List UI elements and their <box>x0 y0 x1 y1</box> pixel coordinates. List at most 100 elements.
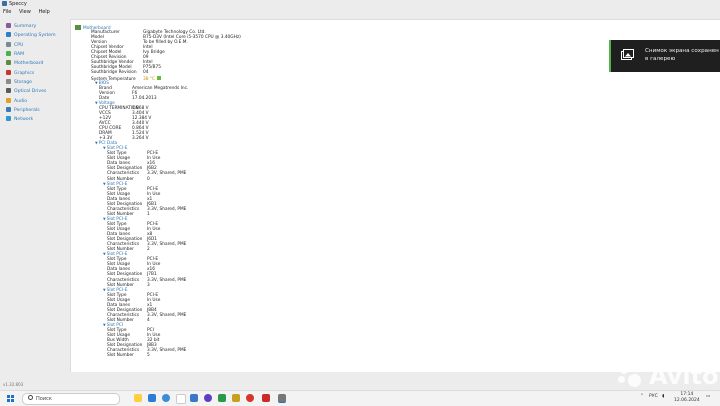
browser-icon[interactable] <box>204 394 212 402</box>
property-value: 3.264 V <box>132 136 149 142</box>
sidebar-item-label: Network <box>14 117 34 123</box>
volume-icon[interactable]: ◖ <box>662 394 664 399</box>
property-name: Slot Number <box>107 353 134 359</box>
property-value: 3.3V, Shared, PME <box>147 206 187 212</box>
sidebar-item-ram[interactable]: RAM <box>6 50 64 59</box>
taskbar: Поиск ⌃ РУС ◖ 17:14 12.06.2024 ▭ <box>0 390 720 406</box>
screenshot-toast[interactable]: Снимок экрана сохранен в галерею <box>609 40 720 72</box>
property-row: Slot Number 5 <box>107 353 150 358</box>
sidebar-item-label: Audio <box>14 98 28 104</box>
avito-watermark: Avito <box>617 362 720 392</box>
app-icon-red[interactable] <box>246 394 254 402</box>
property-value: American Megatrends Inc. <box>132 85 189 91</box>
app-icon-green[interactable] <box>218 394 226 402</box>
search-placeholder: Поиск <box>36 396 52 402</box>
collapse-arrow-icon[interactable]: ▼ <box>103 146 106 150</box>
watermark-dot-2 <box>631 366 637 372</box>
sidebar-item-icon <box>6 97 11 103</box>
sidebar-item-label: Graphics <box>14 70 35 76</box>
sidebar-item-graphics[interactable]: Graphics <box>6 69 64 78</box>
sidebar-item-label: Optical Drives <box>14 89 47 95</box>
sidebar-item-network[interactable]: Network <box>6 115 64 124</box>
sidebar-item-label: Motherboard <box>14 61 44 67</box>
app-icon-yellow[interactable] <box>232 394 240 402</box>
toast-line-2: в галерею <box>645 56 676 62</box>
property-value: 3.3V, Shared, PME <box>147 312 187 318</box>
sidebar-item-operating-system[interactable]: Operating System <box>6 31 64 40</box>
sidebar-item-icon <box>6 107 11 113</box>
collapse-arrow-icon[interactable]: ▼ <box>95 141 98 145</box>
watermark-dot-1 <box>619 364 629 374</box>
property-value: 4 <box>147 317 150 323</box>
taskbar-clock[interactable]: 17:14 12.06.2024 <box>674 392 700 404</box>
menu-view[interactable]: View <box>19 9 31 15</box>
collapse-arrow-icon[interactable]: ▼ <box>95 81 98 85</box>
sidebar-item-icon <box>6 60 11 66</box>
sidebar-item-icon <box>6 41 11 47</box>
sidebar-item-icon <box>6 51 11 57</box>
notifications-icon[interactable]: ▭ <box>706 394 710 399</box>
watermark-dot-4 <box>628 374 641 387</box>
property-value: 2 <box>147 247 150 253</box>
sidebar-item-audio[interactable]: Audio <box>6 97 64 106</box>
sidebar-item-motherboard[interactable]: Motherboard <box>6 59 64 68</box>
property-value: 5 <box>147 353 150 359</box>
gallery-icon <box>621 49 634 60</box>
motherboard-icon <box>75 25 81 30</box>
taskbar-search[interactable]: Поиск <box>22 393 120 405</box>
yandex-icon[interactable] <box>262 394 270 402</box>
menu-help[interactable]: Help <box>38 9 49 15</box>
tray-language[interactable]: РУС <box>649 394 658 399</box>
store-icon[interactable] <box>190 394 198 402</box>
property-value: 3 <box>147 282 150 288</box>
sidebar-item-icon <box>6 116 11 122</box>
sidebar-item-label: Summary <box>14 24 37 29</box>
mail-icon[interactable] <box>148 394 156 402</box>
sidebar-item-icon <box>6 88 11 94</box>
window-title: Speccy <box>9 1 27 7</box>
file-explorer-icon[interactable] <box>134 394 142 402</box>
collapse-arrow-icon[interactable]: ▼ <box>103 182 106 186</box>
start-button[interactable] <box>7 395 14 402</box>
sidebar-item-label: Storage <box>14 80 32 86</box>
collapse-arrow-icon[interactable]: ▼ <box>95 101 98 105</box>
collapse-arrow-icon[interactable]: ▼ <box>103 323 106 327</box>
property-value: 3.3V, Shared, PME <box>147 348 187 354</box>
menu-bar: File View Help <box>0 8 720 16</box>
sidebar-item-icon <box>6 79 11 85</box>
temperature-status-icon <box>156 75 161 80</box>
property-value: 3.3V, Shared, PME <box>147 171 187 177</box>
edge-icon[interactable] <box>162 394 170 402</box>
sidebar-item-icon <box>6 23 11 28</box>
version-label: v1.32.803 <box>3 382 24 387</box>
sidebar-item-label: Operating System <box>14 33 56 39</box>
property-value: 17.04.2013 <box>132 95 157 101</box>
watermark-dot-3 <box>618 376 625 383</box>
sidebar-item-summary[interactable]: Summary <box>6 22 64 31</box>
sidebar-item-peripherals[interactable]: Peripherals <box>6 106 64 115</box>
sidebar-item-label: Peripherals <box>14 108 40 114</box>
menu-file[interactable]: File <box>3 9 11 15</box>
sidebar-item-storage[interactable]: Storage <box>6 78 64 87</box>
sidebar: Summary Operating System CPU RAM Motherboard… <box>6 22 64 125</box>
collapse-arrow-icon[interactable]: ▼ <box>103 217 106 221</box>
property-value: 3.3V, Shared, PME <box>147 277 187 283</box>
property-value: 3.3V, Shared, PME <box>147 242 187 248</box>
property-value: 1 <box>147 211 150 217</box>
chrome-icon[interactable] <box>176 394 186 404</box>
speccy-taskbar-icon[interactable] <box>278 394 286 403</box>
sidebar-item-icon <box>6 32 11 38</box>
toast-line-1: Снимок экрана сохранен <box>645 48 719 54</box>
watermark-text: Avito <box>649 362 719 390</box>
property-value: 38 °C <box>143 76 155 82</box>
collapse-arrow-icon[interactable]: ▼ <box>103 288 106 292</box>
search-icon <box>28 395 33 400</box>
sidebar-item-optical-drives[interactable]: Optical Drives <box>6 87 64 96</box>
collapse-arrow-icon[interactable]: ▼ <box>103 252 106 256</box>
speccy-app-icon <box>2 1 7 6</box>
sidebar-item-icon <box>6 69 11 75</box>
sidebar-item-cpu[interactable]: CPU <box>6 41 64 50</box>
clock-date: 12.06.2024 <box>674 398 700 403</box>
tray-chevron-icon[interactable]: ⌃ <box>640 394 644 399</box>
property-value: 0 <box>147 176 150 182</box>
